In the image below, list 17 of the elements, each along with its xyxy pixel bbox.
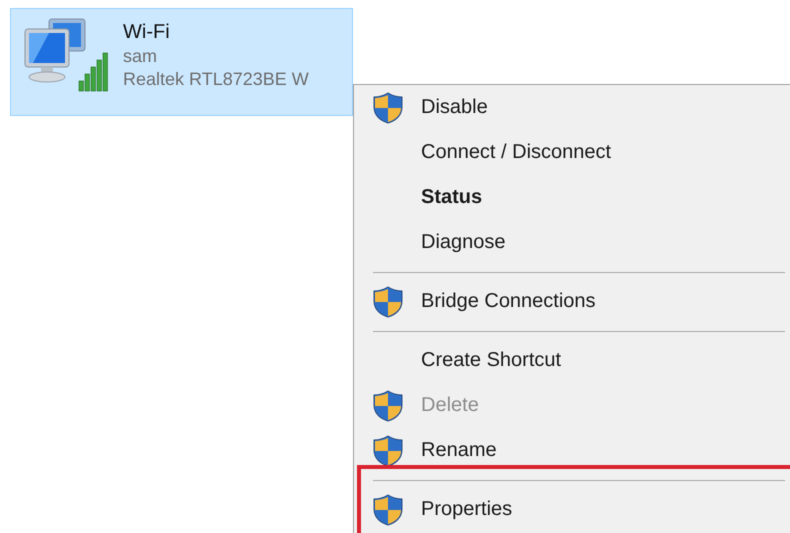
shield-icon xyxy=(373,435,403,467)
shield-icon xyxy=(373,92,403,124)
device-name: Realtek RTL8723BE W xyxy=(123,69,309,90)
adapter-name: Wi-Fi xyxy=(123,21,171,44)
menu-item[interactable]: Status xyxy=(354,175,790,220)
shield-icon xyxy=(373,286,403,318)
menu-item[interactable]: Rename xyxy=(354,428,790,473)
menu-item[interactable]: Diagnose xyxy=(354,220,790,265)
adapter-tile[interactable]: Wi-Fi sam Realtek RTL8723BE W xyxy=(10,8,353,116)
shield-icon xyxy=(373,390,403,422)
shield-icon xyxy=(373,494,403,526)
network-name: sam xyxy=(123,46,158,67)
menu-item[interactable]: Connect / Disconnect xyxy=(354,130,790,175)
menu-item[interactable]: Disable xyxy=(354,85,790,130)
menu-item[interactable]: Create Shortcut xyxy=(354,338,790,383)
menu-item[interactable]: Properties xyxy=(354,487,790,532)
menu-item[interactable]: Bridge Connections xyxy=(354,279,790,324)
